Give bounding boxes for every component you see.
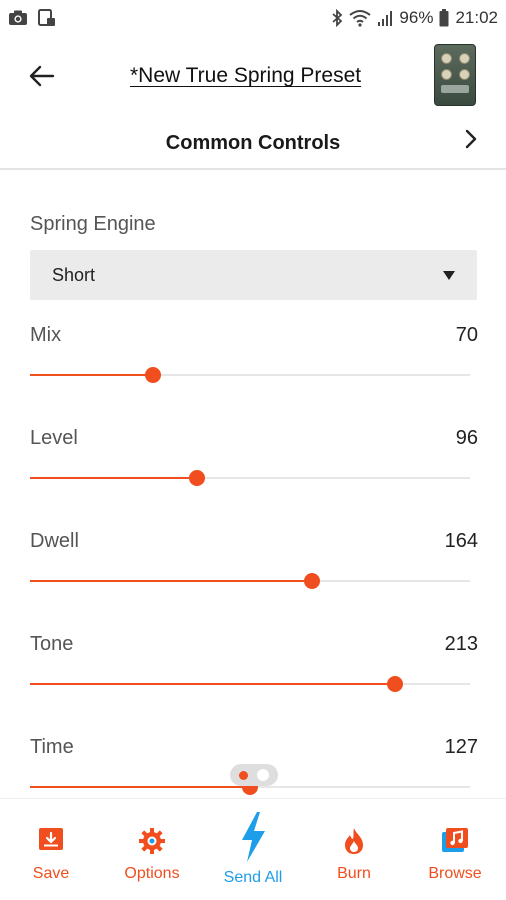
- param-value: 127: [444, 736, 478, 758]
- pedal-knob: [441, 53, 452, 64]
- param-value: 96: [455, 427, 478, 449]
- gear-icon: [138, 827, 166, 860]
- spring-engine-value: Short: [52, 264, 96, 285]
- param-label: Tone: [30, 633, 74, 655]
- bottom-nav: Save Options Send All Burn Browse: [0, 798, 506, 900]
- lightning-icon: [238, 811, 268, 868]
- dwell-slider[interactable]: [30, 570, 470, 592]
- tone-slider[interactable]: [30, 673, 470, 695]
- wifi-icon: [349, 9, 372, 27]
- mix-slider[interactable]: [30, 364, 470, 386]
- spring-engine-select[interactable]: Short: [30, 250, 477, 300]
- dropdown-arrow-icon: [443, 270, 455, 280]
- section-header[interactable]: Common Controls: [0, 118, 506, 170]
- param-label: Time: [30, 736, 74, 758]
- nav-burn-button[interactable]: Burn: [304, 799, 404, 900]
- toggle-dot: [257, 769, 269, 781]
- back-button[interactable]: [24, 60, 60, 96]
- music-library-icon: [441, 827, 469, 858]
- battery-icon: [439, 9, 449, 27]
- param-value: 70: [455, 324, 478, 346]
- arrow-left-icon: [29, 65, 55, 92]
- save-icon: [38, 827, 64, 856]
- param-value: 213: [444, 633, 478, 655]
- camera-icon: [8, 10, 28, 26]
- slider-fill: [30, 683, 396, 685]
- nav-label: Send All: [223, 869, 283, 886]
- param-dwell: Dwell 164: [30, 530, 478, 620]
- param-label: Dwell: [30, 530, 79, 552]
- nav-save-button[interactable]: Save: [1, 799, 101, 900]
- pedal-knob: [459, 53, 470, 64]
- pedal-knob: [441, 69, 452, 80]
- status-time: 21:02: [455, 8, 498, 27]
- battery-percent: 96%: [399, 8, 434, 27]
- preset-title[interactable]: *New True Spring Preset: [130, 64, 361, 88]
- toggle-dot-active: [239, 771, 248, 780]
- param-label: Mix: [30, 324, 62, 346]
- slider-fill: [30, 786, 250, 788]
- slider-fill: [30, 580, 312, 582]
- slider-fill: [30, 374, 154, 376]
- pedal-logo: [441, 85, 469, 93]
- slider-fill: [30, 477, 198, 479]
- nav-browse-button[interactable]: Browse: [405, 799, 505, 900]
- slider-thumb[interactable]: [189, 470, 206, 486]
- bluetooth-icon: [331, 9, 343, 27]
- image-sim-icon: [38, 9, 56, 27]
- nav-label: Save: [32, 865, 70, 882]
- spring-engine-label: Spring Engine: [30, 213, 156, 235]
- scroll-indicator-toggle[interactable]: [230, 764, 278, 786]
- nav-label: Burn: [337, 865, 371, 882]
- param-label: Level: [30, 427, 78, 449]
- status-bar: 96% 21:02: [0, 0, 506, 36]
- param-value: 164: [444, 530, 478, 552]
- nav-label: Browse: [428, 865, 482, 882]
- signal-icon: [377, 9, 393, 27]
- nav-options-button[interactable]: Options: [102, 799, 202, 900]
- param-level: Level 96: [30, 427, 478, 517]
- slider-thumb[interactable]: [303, 573, 320, 589]
- status-left: [8, 9, 56, 27]
- status-right: 96% 21:02: [331, 8, 498, 28]
- pedal-thumbnail[interactable]: [434, 44, 476, 106]
- flame-icon: [342, 827, 366, 860]
- param-mix: Mix 70: [30, 324, 478, 414]
- chevron-right-icon[interactable]: [464, 128, 478, 155]
- param-tone: Tone 213: [30, 633, 478, 723]
- nav-label: Options: [124, 865, 180, 882]
- pedal-knob: [459, 69, 470, 80]
- app-bar: *New True Spring Preset: [0, 40, 506, 120]
- section-title: Common Controls: [165, 131, 341, 154]
- slider-thumb[interactable]: [387, 676, 404, 692]
- nav-send-all-button[interactable]: Send All: [203, 799, 303, 900]
- level-slider[interactable]: [30, 467, 470, 489]
- controls-content[interactable]: Spring Engine Short Mix 70 Level 96 Dwel…: [0, 172, 506, 798]
- slider-thumb[interactable]: [145, 367, 162, 383]
